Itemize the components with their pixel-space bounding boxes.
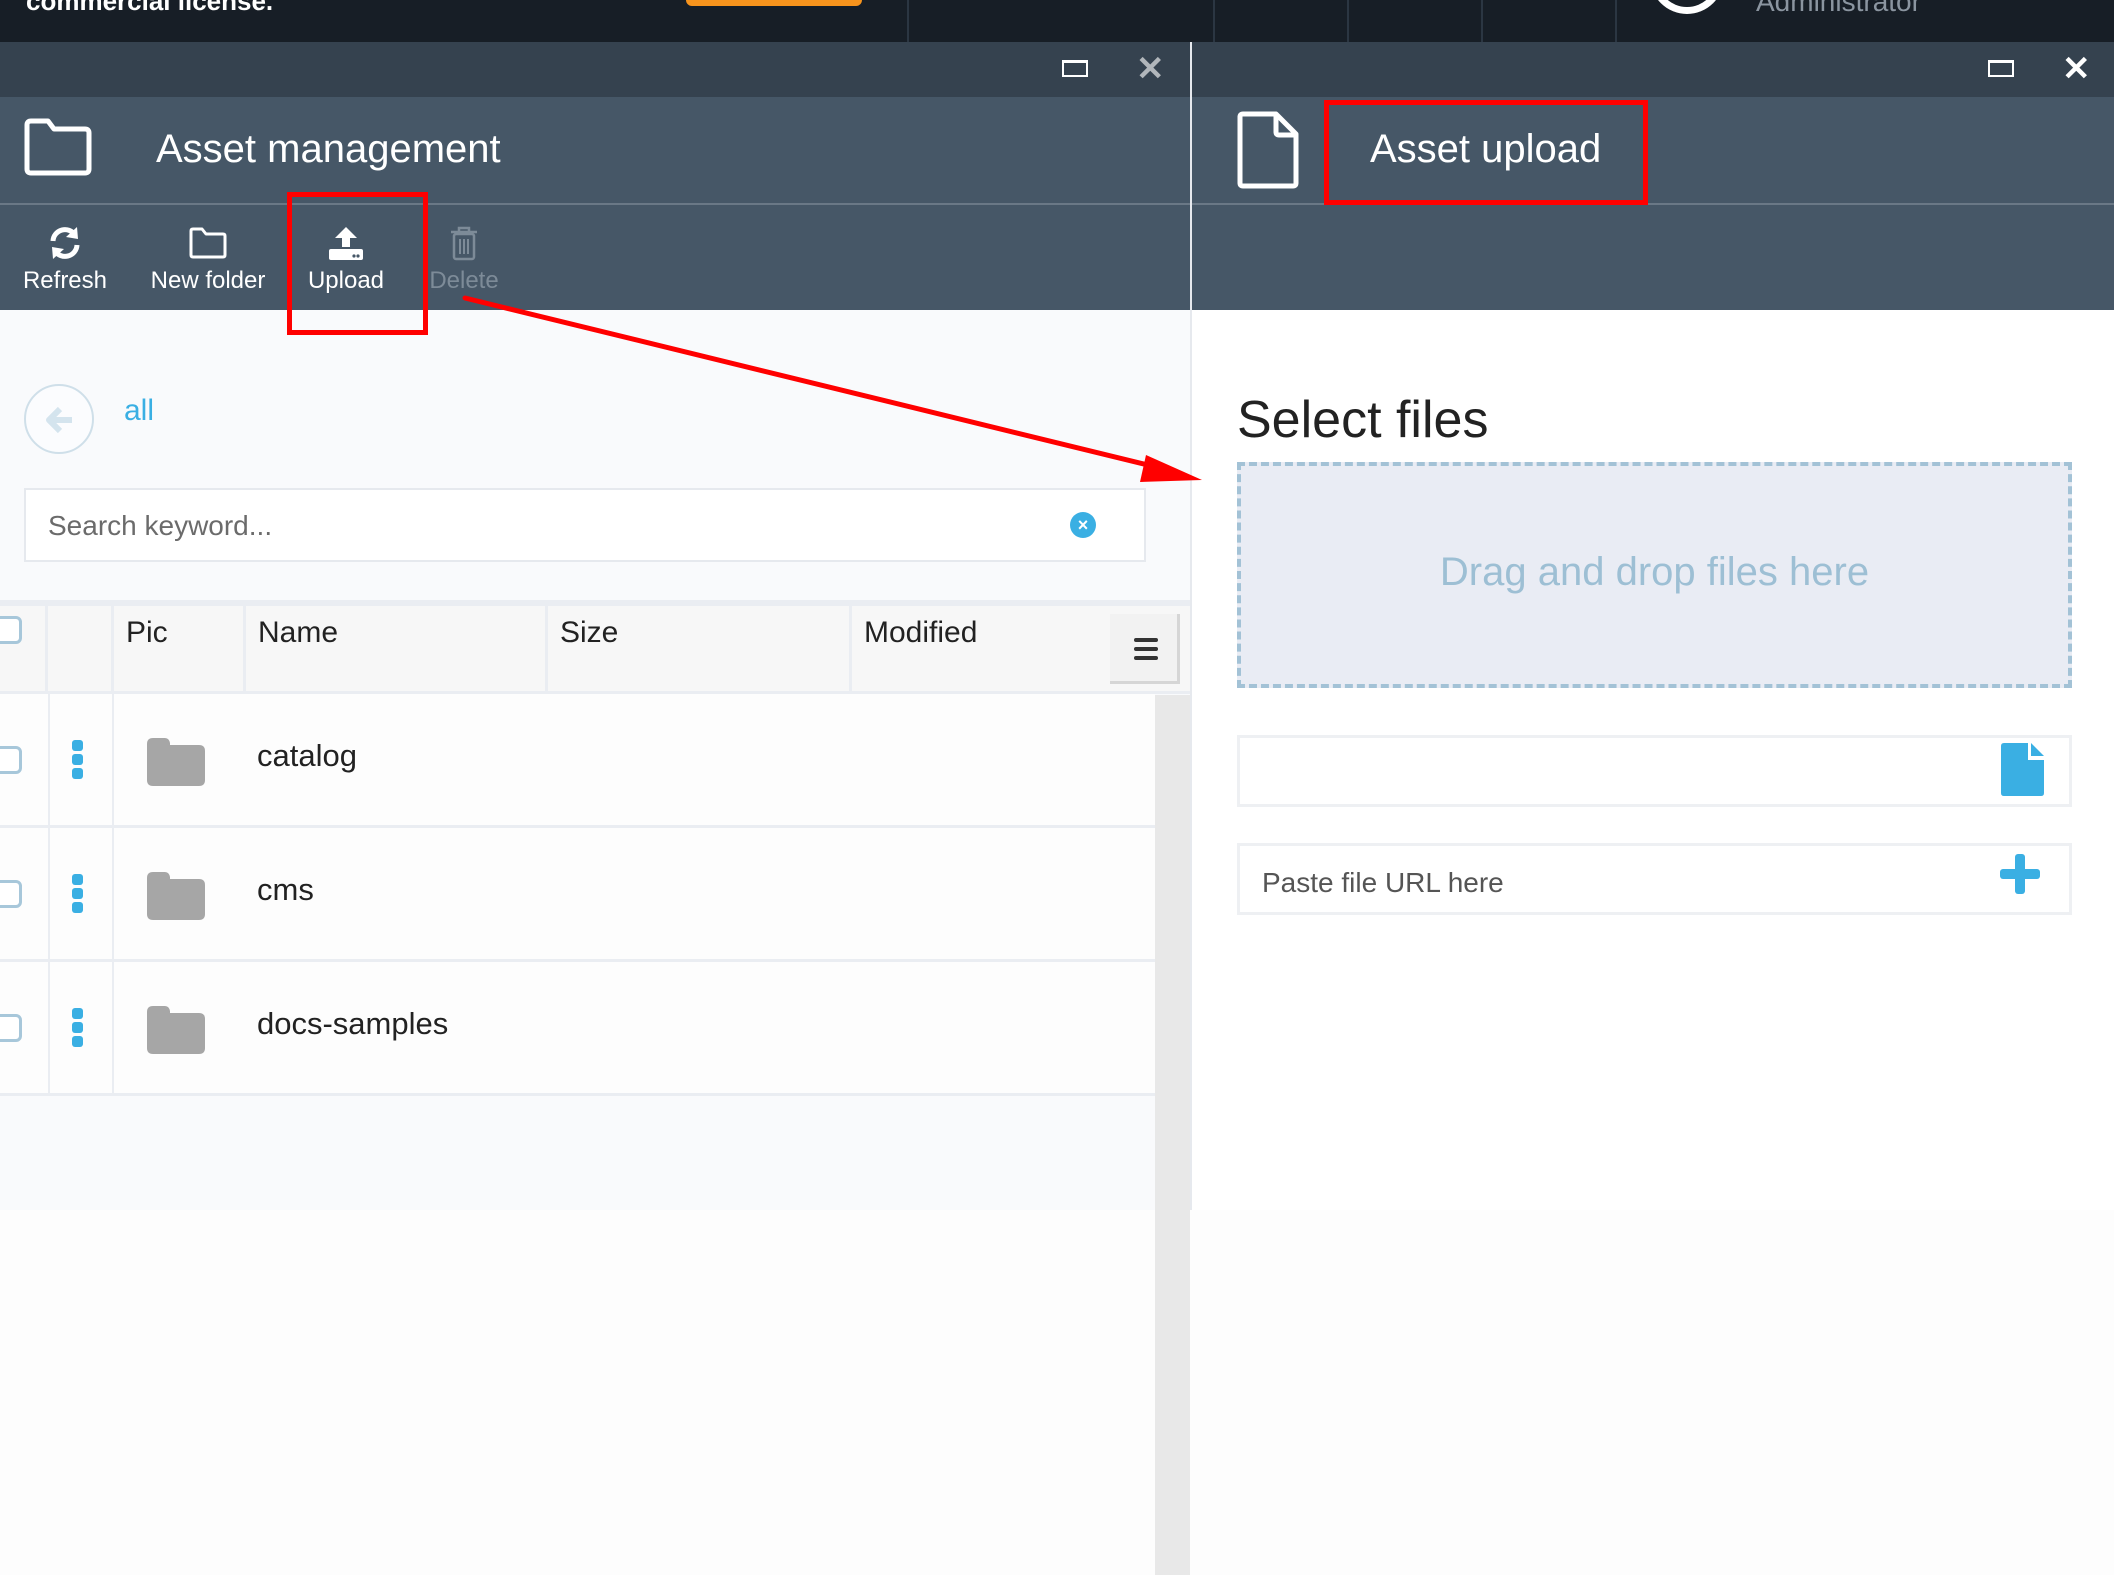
url-input-field[interactable]	[1237, 843, 2072, 915]
add-url-icon[interactable]	[1998, 852, 2042, 896]
row-name: cms	[257, 872, 314, 907]
row-actions-icon[interactable]	[72, 740, 84, 782]
user-avatar-icon[interactable]	[1650, 0, 1724, 14]
column-header-pic[interactable]: Pic	[114, 606, 246, 691]
topbar-divider	[907, 0, 909, 42]
license-button[interactable]	[686, 0, 862, 6]
search-input[interactable]	[48, 508, 1048, 544]
window-titlebar: ✕	[1192, 42, 2114, 97]
arrow-left-icon	[46, 406, 72, 434]
asset-grid: Pic Name Size Modified catalog cms docs-…	[0, 600, 1190, 1210]
section-title: Select files	[1237, 391, 1489, 449]
table-row[interactable]: cms	[0, 828, 1155, 962]
column-header-modified[interactable]: Modified	[852, 606, 1120, 691]
search-box: ×	[24, 488, 1146, 562]
row-checkbox[interactable]	[0, 1014, 22, 1042]
asset-management-window: ✕ Asset management Refresh New folder Up…	[0, 42, 1190, 1575]
annotation-highlight-upload	[287, 192, 428, 335]
new-folder-icon	[189, 227, 227, 259]
clear-search-icon[interactable]: ×	[1070, 512, 1096, 538]
close-icon[interactable]: ✕	[1136, 50, 1165, 88]
row-checkbox[interactable]	[0, 880, 22, 908]
file-input[interactable]	[1262, 756, 1962, 794]
url-input[interactable]	[1262, 864, 1962, 902]
new-folder-button[interactable]: New folder	[146, 213, 270, 303]
refresh-label: Refresh	[22, 267, 108, 294]
column-divider	[112, 828, 114, 959]
column-header-name[interactable]: Name	[246, 606, 548, 691]
new-folder-label: New folder	[150, 267, 266, 294]
window-header: Asset management	[0, 97, 1190, 205]
annotation-highlight-title	[1324, 100, 1648, 205]
hamburger-icon-bar	[1134, 656, 1158, 660]
topbar-divider	[1213, 0, 1215, 42]
maximize-icon[interactable]	[1988, 60, 2014, 77]
row-name: docs-samples	[257, 1006, 449, 1041]
folder-icon	[147, 738, 205, 786]
refresh-icon	[50, 227, 80, 259]
column-divider	[112, 694, 114, 825]
actions-column-header	[48, 606, 114, 691]
toolbar: Refresh New folder Upload Delete	[0, 205, 1190, 310]
column-menu-button[interactable]	[1110, 614, 1180, 684]
column-divider	[48, 828, 50, 959]
column-divider	[48, 694, 50, 825]
hamburger-icon-bar	[1134, 647, 1158, 651]
row-name: catalog	[257, 738, 357, 773]
row-checkbox[interactable]	[0, 746, 22, 774]
user-name[interactable]: Administrator	[1756, 0, 1921, 18]
window-title: Asset management	[156, 127, 501, 171]
select-all-cell	[0, 606, 48, 691]
vertical-scrollbar[interactable]	[1155, 695, 1190, 1575]
asset-list-panel: all × Pic Name Size Modified	[0, 310, 1190, 1575]
maximize-icon[interactable]	[1062, 60, 1088, 77]
row-actions-icon[interactable]	[72, 1008, 84, 1050]
app-top-bar: commercial license. Administrator	[0, 0, 2114, 42]
row-actions-icon[interactable]	[72, 874, 84, 916]
topbar-divider	[1481, 0, 1483, 42]
topbar-divider	[1615, 0, 1617, 42]
select-all-checkbox[interactable]	[0, 616, 22, 644]
close-icon[interactable]: ✕	[2062, 50, 2091, 88]
file-icon	[1237, 111, 1299, 189]
topbar-divider	[1347, 0, 1349, 42]
trash-icon	[451, 226, 477, 261]
delete-button[interactable]: Delete	[422, 213, 506, 303]
hamburger-icon	[1134, 638, 1158, 642]
table-row[interactable]: docs-samples	[0, 962, 1155, 1096]
table-row[interactable]: catalog	[0, 694, 1155, 828]
toolbar	[1192, 205, 2114, 310]
window-titlebar: ✕	[0, 42, 1190, 97]
dropzone-text: Drag and drop files here	[1439, 550, 1870, 594]
column-header-size[interactable]: Size	[548, 606, 852, 691]
breadcrumb-all[interactable]: all	[124, 394, 154, 428]
refresh-button[interactable]: Refresh	[14, 213, 116, 303]
asset-upload-window: ✕ Asset upload Select files Drag and dro…	[1190, 42, 2114, 1210]
upload-panel: Select files Drag and drop files here	[1192, 310, 2114, 1210]
back-button[interactable]	[24, 384, 94, 454]
delete-label: Delete	[429, 267, 499, 294]
column-divider	[112, 962, 114, 1093]
license-text: commercial license.	[26, 0, 274, 16]
column-divider	[48, 962, 50, 1093]
file-input-field[interactable]	[1237, 735, 2072, 807]
folder-icon	[24, 118, 92, 176]
folder-icon	[147, 1006, 205, 1054]
grid-header: Pic Name Size Modified	[0, 600, 1190, 694]
browse-file-icon[interactable]	[1998, 742, 2046, 798]
folder-icon	[147, 872, 205, 920]
dropzone[interactable]: Drag and drop files here	[1237, 462, 2072, 688]
